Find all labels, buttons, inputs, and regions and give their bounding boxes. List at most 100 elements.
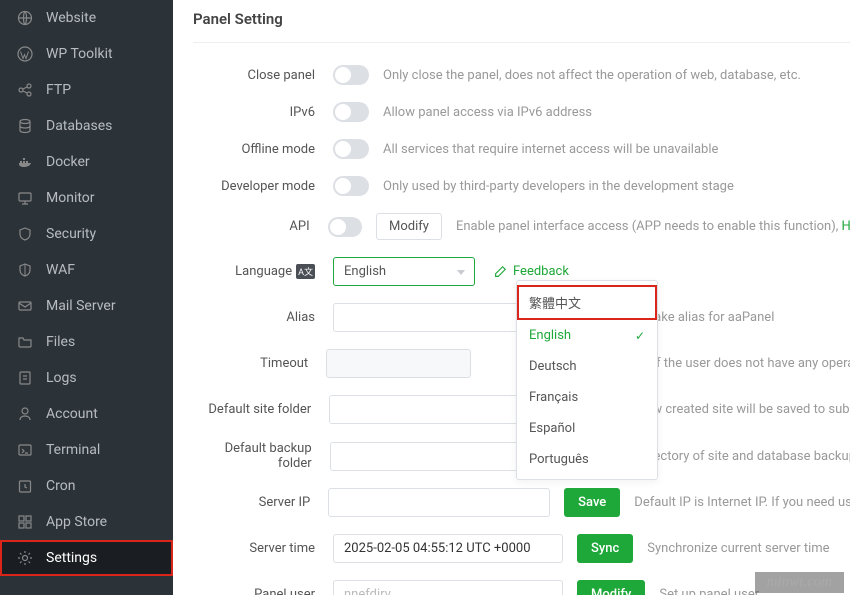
sidebar-item-wp-toolkit[interactable]: WP Toolkit	[0, 36, 173, 72]
sidebar-item-label: Logs	[46, 370, 77, 386]
sidebar-item-mail-server[interactable]: Mail Server	[0, 288, 173, 324]
page-title: Panel Setting	[193, 0, 850, 43]
globe-icon	[16, 10, 34, 26]
label-offline: Offline mode	[193, 142, 333, 157]
api-help-link[interactable]: Help	[842, 219, 850, 234]
server-time-sync-button[interactable]: Sync	[577, 534, 633, 563]
row-server-time: Server time Sync Synchronize current ser…	[193, 534, 850, 563]
grid-icon	[16, 514, 34, 530]
sidebar-item-terminal[interactable]: Terminal	[0, 432, 173, 468]
label-developer: Developer mode	[193, 179, 333, 194]
sidebar-item-label: Cron	[46, 478, 75, 494]
dropdown-option-espanol[interactable]: Español	[517, 413, 657, 444]
server-ip-input[interactable]	[328, 488, 550, 517]
sidebar-item-label: Databases	[46, 118, 112, 134]
row-server-ip: Server IP Save Default IP is Internet IP…	[193, 488, 850, 517]
database-icon	[16, 118, 34, 134]
sidebar-item-label: Terminal	[46, 442, 100, 458]
row-developer: Developer mode Only used by third-party …	[193, 176, 850, 196]
desc-panel-user: Set up panel user	[659, 587, 759, 595]
sidebar-item-security[interactable]: Security	[0, 216, 173, 252]
row-ipv6: IPv6 Allow panel access via IPv6 address	[193, 102, 850, 122]
panel-user-input[interactable]	[333, 580, 563, 595]
sidebar-item-settings[interactable]: Settings	[0, 540, 173, 576]
folder-icon	[16, 334, 34, 350]
dropdown-option-zh-tw[interactable]: 繁體中文	[517, 285, 657, 320]
server-ip-save-button[interactable]: Save	[564, 488, 620, 517]
sidebar-item-label: Security	[46, 226, 96, 242]
sidebar-item-docker[interactable]: Docker	[0, 144, 173, 180]
sidebar-item-app-store[interactable]: App Store	[0, 504, 173, 540]
dropdown-option-label: Português	[529, 452, 589, 467]
toggle-developer[interactable]	[333, 176, 369, 196]
default-backup-input[interactable]	[331, 443, 519, 470]
edit-icon	[493, 265, 507, 279]
shield-icon	[16, 226, 34, 242]
watermark: minwt.com	[755, 572, 844, 593]
sidebar-item-label: Docker	[46, 154, 90, 170]
desc-developer: Only used by third-party developers in t…	[383, 179, 734, 194]
sidebar-item-ftp[interactable]: FTP	[0, 72, 173, 108]
sidebar-item-label: Files	[46, 334, 75, 350]
dropdown-option-label: 繁體中文	[529, 293, 581, 312]
label-api: API	[193, 219, 328, 234]
language-select[interactable]: English	[333, 257, 475, 286]
firewall-icon	[16, 262, 34, 278]
desc-api-text: Enable panel interface access (APP needs…	[456, 219, 842, 234]
clock-icon	[16, 478, 34, 494]
sidebar-item-label: Website	[46, 10, 96, 26]
user-icon	[16, 406, 34, 422]
desc-server-ip: Default IP is Internet IP. If you need u…	[634, 495, 850, 510]
terminal-icon	[16, 442, 34, 458]
timeout-input	[326, 349, 471, 378]
dropdown-option-portugues[interactable]: Português	[517, 444, 657, 475]
desc-default-backup: Directory of site and database backup	[638, 449, 850, 464]
desc-close-panel: Only close the panel, does not affect th…	[383, 68, 801, 83]
default-site-input[interactable]	[330, 396, 517, 423]
dropdown-option-label: Français	[529, 390, 578, 405]
docker-icon	[16, 154, 34, 170]
label-default-site: Default site folder	[193, 402, 329, 417]
label-close-panel: Close panel	[193, 68, 333, 83]
api-modify-button[interactable]: Modify	[376, 213, 442, 240]
monitor-icon	[16, 190, 34, 206]
toggle-api[interactable]	[328, 217, 362, 237]
row-panel-user: Panel user Modify Set up panel user	[193, 580, 850, 595]
server-time-input[interactable]	[333, 534, 563, 563]
logs-icon	[16, 370, 34, 386]
sidebar-item-website[interactable]: Website	[0, 0, 173, 36]
label-server-ip: Server IP	[193, 495, 328, 510]
toggle-close-panel[interactable]	[333, 65, 369, 85]
wordpress-icon	[16, 46, 34, 62]
dropdown-option-english[interactable]: English✓	[517, 320, 657, 351]
sidebar-item-label: WP Toolkit	[46, 46, 113, 62]
panel-user-modify-button[interactable]: Modify	[577, 580, 645, 595]
desc-server-time: Synchronize current server time	[647, 541, 829, 556]
gear-icon	[16, 550, 34, 566]
label-language: LanguageA文	[193, 264, 333, 279]
dropdown-option-label: Español	[529, 421, 575, 436]
feedback-link[interactable]: Feedback	[493, 264, 569, 279]
desc-timeout: If the user does not have any operati	[653, 356, 850, 371]
dropdown-option-francais[interactable]: Français	[517, 382, 657, 413]
sidebar-item-label: Monitor	[46, 190, 95, 206]
sidebar-item-waf[interactable]: WAF	[0, 252, 173, 288]
label-timeout: Timeout	[193, 356, 326, 371]
language-select-value: English	[344, 264, 386, 279]
sidebar-item-monitor[interactable]: Monitor	[0, 180, 173, 216]
feedback-label: Feedback	[513, 264, 569, 279]
toggle-ipv6[interactable]	[333, 102, 369, 122]
desc-default-site: New created site will be saved to subd	[636, 402, 850, 417]
toggle-offline[interactable]	[333, 139, 369, 159]
sidebar-item-label: Settings	[46, 550, 97, 566]
desc-offline: All services that require internet acces…	[383, 142, 718, 157]
sidebar-item-databases[interactable]: Databases	[0, 108, 173, 144]
sidebar-item-label: Mail Server	[46, 298, 116, 314]
sidebar-item-account[interactable]: Account	[0, 396, 173, 432]
dropdown-option-deutsch[interactable]: Deutsch	[517, 351, 657, 382]
translate-icon: A文	[296, 264, 315, 279]
sidebar-item-cron[interactable]: Cron	[0, 468, 173, 504]
sidebar-item-logs[interactable]: Logs	[0, 360, 173, 396]
sidebar-item-files[interactable]: Files	[0, 324, 173, 360]
share-icon	[16, 82, 34, 98]
